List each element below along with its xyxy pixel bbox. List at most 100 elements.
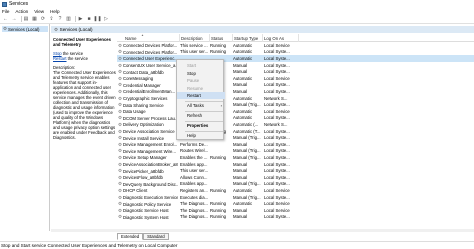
column-header-description[interactable]: Description	[181, 36, 203, 41]
service-description-cell: The Diagnos...	[180, 201, 208, 207]
restart-icon[interactable]: ▷	[103, 16, 110, 23]
column-divider[interactable]	[298, 34, 299, 42]
table-row[interactable]: ⚙ Connected User Experienc... Automatic Loc…	[117, 55, 474, 62]
console-tree-icon[interactable]: ▤	[23, 16, 30, 23]
refresh-icon[interactable]: ⟳	[40, 16, 47, 23]
table-row[interactable]: ⚙ DCOM Server Process Lau... Automatic Loca…	[117, 115, 474, 122]
table-row[interactable]: ⚙ DevicePicker_a8bfdb This user ser... Manu…	[117, 167, 474, 174]
service-details-panel: Connected User Experiences and Telemetry…	[53, 37, 116, 227]
service-logon-cell: Local Syste...	[264, 168, 290, 174]
pause-icon[interactable]: ❚❚	[93, 16, 101, 23]
table-row[interactable]: ⚙ CoreMessaging Automatic Local Service	[117, 75, 474, 82]
column-divider[interactable]	[179, 34, 180, 42]
column-divider[interactable]	[209, 34, 210, 42]
table-row[interactable]: ⚙ DeviceAssociationBroker_a8... Enables ap…	[117, 161, 474, 168]
column-header-startup-type[interactable]: Startup Type	[234, 36, 258, 41]
table-row[interactable]: ⚙ Contact Data_a8bfdb Manual Local Syste...	[117, 68, 474, 75]
service-description-cell: This service ...	[180, 42, 208, 48]
service-logon-cell: Local Syste...	[264, 214, 290, 220]
context-menu-resume[interactable]: Resume	[177, 85, 225, 92]
back-arrow-icon[interactable]: ←	[2, 16, 9, 23]
help-icon[interactable]: ?	[57, 16, 64, 23]
service-description-cell: Enables the ...	[180, 154, 208, 160]
table-row[interactable]: ⚙ Device Management Wire... Routes Wirel..…	[117, 148, 474, 155]
service-startup-cell: Manual (Trig...	[233, 194, 261, 200]
service-name: DevicesFlow_a8bfdb	[123, 175, 163, 181]
column-divider[interactable]	[262, 34, 263, 42]
content-pane: ⚙ Services (Local) Connected User Experi…	[51, 24, 474, 232]
service-logon-cell: Network S...	[264, 95, 288, 101]
forward-arrow-icon[interactable]: →	[11, 16, 18, 23]
table-row[interactable]: ⚙Device Install ServiceEnables a co...Ma…	[117, 134, 474, 141]
table-row[interactable]: ⚙ DevicesFlow_a8bfdb Allows Conn... Manual L…	[117, 174, 474, 181]
service-status-cell: Running	[210, 187, 227, 193]
service-name: Device Setup Manager	[123, 155, 167, 161]
column-header-name[interactable]: Name	[125, 36, 136, 41]
menu-separator	[185, 120, 223, 121]
menu-help[interactable]: Help	[50, 9, 59, 14]
column-divider[interactable]	[232, 34, 233, 42]
table-row[interactable]: ⚙ ConsentUX User Service_a... Manual Local …	[117, 62, 474, 69]
service-logon-cell: Local Service	[264, 207, 290, 213]
table-row[interactable]: ⚙ Data Usage Automatic Local Service	[117, 108, 474, 115]
table-row[interactable]: ⚙ Connected Devices Platfor... This user s…	[117, 49, 474, 56]
table-row[interactable]: ⚙ DevQuery Background Disc... Enables app.…	[117, 181, 474, 188]
context-menu-stop[interactable]: Stop	[177, 70, 225, 77]
service-name: Connected Devices Platfor...	[123, 43, 178, 49]
restart-service-link[interactable]: Restart	[53, 56, 67, 61]
table-row[interactable]: ⚙ Credential Manager Manual Local Syste...	[117, 82, 474, 89]
tab-standard[interactable]: Standard	[143, 233, 169, 240]
status-bar-text: Stop and Start service Connected User Ex…	[1, 243, 178, 248]
table-row[interactable]: ⚙ Diagnostic Policy Service The Diagnos...…	[117, 200, 474, 207]
context-menu-restart[interactable]: Restart	[177, 92, 225, 99]
table-row[interactable]: ⚙ Device Management Enrol... Performs De..…	[117, 141, 474, 148]
service-description-cell: Routes Wirel...	[180, 148, 209, 154]
context-menu-start[interactable]: Start	[177, 62, 225, 69]
stop-icon[interactable]: ■	[86, 16, 93, 23]
service-startup-cell: Automatic	[233, 75, 253, 81]
grid-view-icon[interactable]: ▦	[31, 16, 38, 23]
menu-action[interactable]: Action	[15, 9, 28, 14]
service-logon-cell: Local Service	[264, 201, 290, 207]
tab-extended[interactable]: Extended	[117, 233, 144, 240]
context-menu-properties[interactable]: Properties	[177, 122, 225, 129]
context-menu-refresh[interactable]: Refresh	[177, 112, 225, 119]
table-row[interactable]: ⚙Device Association ServiceEnables pairi…	[117, 128, 474, 135]
column-header-status[interactable]: Status	[211, 36, 223, 41]
column-header-log-on-as[interactable]: Log On As	[264, 36, 284, 41]
horizontal-scrollbar[interactable]	[51, 229, 474, 232]
service-description-cell: Executes dia...	[180, 194, 209, 200]
table-row[interactable]: ⚙ Diagnostic Execution Service Executes di…	[117, 194, 474, 201]
table-row[interactable]: ⚙ CredentialEnrollmentMan... Manual Local S…	[117, 88, 474, 95]
tree-item-services-local[interactable]: ⚙ Services (Local)	[2, 26, 48, 32]
properties-icon[interactable]: ▥	[65, 16, 72, 23]
table-row[interactable]: ⚙ Device Setup Manager Enables the ... Runn…	[117, 154, 474, 161]
service-logon-cell: Local Syste...	[264, 55, 290, 61]
table-row[interactable]: ⚙ Connected Devices Platfor... This servic…	[117, 42, 474, 49]
table-row[interactable]: ⚙ Cryptographic Services Automatic Network …	[117, 95, 474, 102]
table-row[interactable]: ⚙ Delivery Optimization Automatic (... Netw…	[117, 121, 474, 128]
context-menu-all-tasks[interactable]: All Tasks ›	[177, 102, 225, 109]
menu-view[interactable]: View	[34, 9, 44, 14]
export-icon[interactable]: ⇪	[48, 16, 55, 23]
menu-file[interactable]: File	[2, 9, 9, 14]
play-icon[interactable]: ▶	[77, 16, 84, 23]
service-description-cell: Enables app...	[180, 161, 208, 167]
table-row[interactable]: ⚙ Data Sharing Service Manual (Trig... Loca…	[117, 101, 474, 108]
view-tabs: Extended Standard	[117, 233, 169, 240]
services-list[interactable]: Name ▲ Description Status Startup Type L…	[117, 34, 474, 231]
service-startup-cell: Automatic	[233, 55, 253, 61]
table-row[interactable]: ⚙ Diagnostic System Host The Diagnos... Run…	[117, 214, 474, 221]
context-menu-help[interactable]: Help	[177, 132, 225, 139]
restart-suffix: the service	[66, 56, 88, 61]
service-logon-cell: Local Syste...	[264, 69, 290, 75]
content-header-label: Services (Local)	[59, 27, 93, 32]
table-row[interactable]: ⚙ Diagnostic Service Host The Diagnos... Ru…	[117, 207, 474, 214]
menu-separator	[185, 110, 223, 111]
service-logon-cell: Local Syste...	[264, 49, 290, 55]
title-bar: Services	[0, 0, 474, 8]
context-menu-pause[interactable]: Pause	[177, 77, 225, 84]
table-row[interactable]: ⚙ DHCP Client Registers an... Running Automa…	[117, 187, 474, 194]
service-startup-cell: Manual	[233, 82, 248, 88]
service-logon-cell: Network S...	[264, 121, 288, 127]
